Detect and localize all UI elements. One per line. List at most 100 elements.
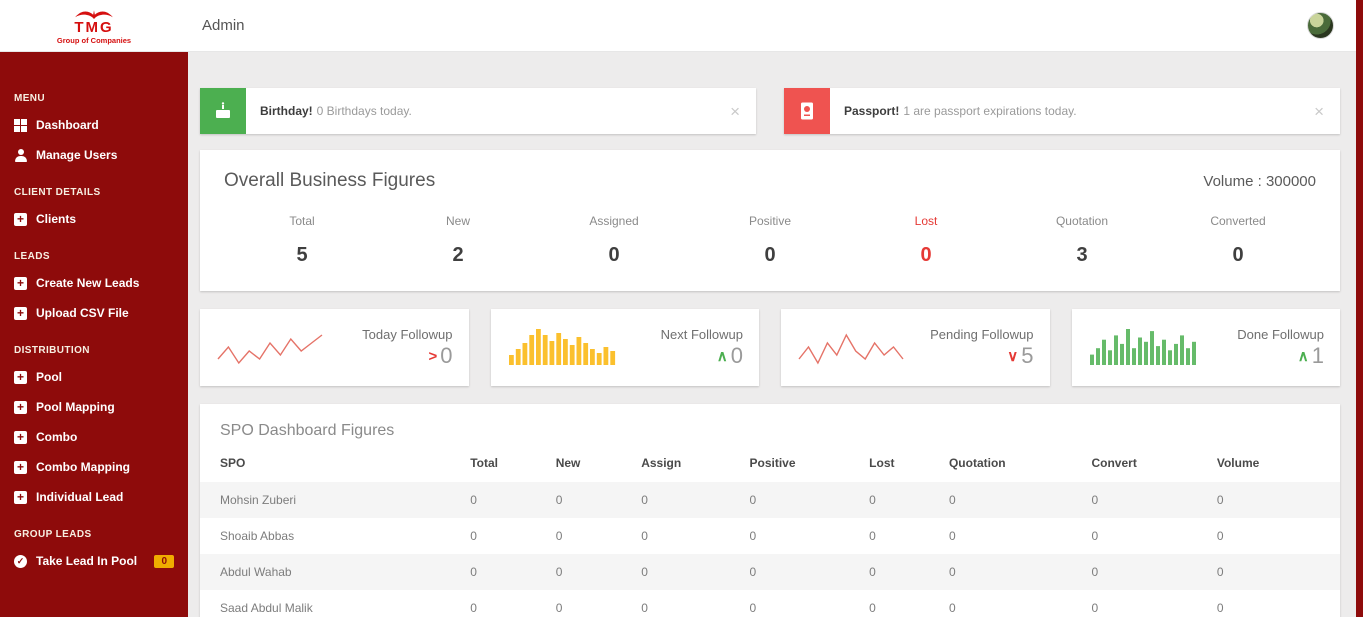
- table-header-row: SPO Total New Assign Positive Lost Quota…: [200, 444, 1340, 482]
- table-cell: 0: [641, 493, 648, 507]
- table-cell: 0: [948, 529, 956, 543]
- column-header: Volume: [1216, 456, 1260, 470]
- table-cell: 0: [641, 529, 648, 543]
- metric-label: Converted: [1210, 214, 1266, 228]
- spo-table-card: SPO Dashboard Figures SPO Total New Assi…: [200, 404, 1340, 617]
- followup-value-row: ∨ 5: [930, 343, 1033, 369]
- followup-label: Pending Followup: [930, 326, 1034, 342]
- table-cell: 0: [1216, 529, 1224, 543]
- grid-icon: [14, 118, 27, 132]
- plus-square-icon: [14, 276, 27, 290]
- logo-tagline: Group of Companies: [56, 35, 132, 45]
- metric-quotation: Quotation 3: [1004, 214, 1160, 267]
- column-header: Quotation: [948, 456, 1006, 470]
- passport-icon: [784, 88, 830, 134]
- sidebar-item-individual-lead[interactable]: Individual Lead: [0, 482, 188, 512]
- sidebar-item-combo-mapping[interactable]: Combo Mapping: [0, 452, 188, 482]
- close-icon[interactable]: ×: [1314, 103, 1324, 120]
- table-cell: 0: [641, 601, 648, 615]
- user-avatar[interactable]: [1307, 12, 1334, 39]
- sidebar-item-label: Individual Lead: [36, 490, 124, 504]
- sidebar-item-label: Combo Mapping: [36, 460, 130, 474]
- user-icon: [14, 148, 27, 162]
- followup-label: Done Followup: [1237, 326, 1324, 342]
- logo-text: TMG: [74, 18, 114, 36]
- sidebar-item-label: Take Lead In Pool: [36, 554, 138, 568]
- followup-value: 0: [730, 342, 743, 368]
- passport-alert: Passport! 1 are passport expirations toda…: [784, 88, 1340, 134]
- sidebar-item-combo[interactable]: Combo: [0, 422, 188, 452]
- next-followup-card: Next Followup ∧ 0: [490, 309, 759, 386]
- alert-text: Birthday! 0 Birthdays today.: [260, 104, 412, 118]
- sidebar-item-label: Manage Users: [36, 148, 118, 162]
- spo-table-title: SPO Dashboard Figures: [220, 422, 395, 439]
- alert-title: Birthday!: [260, 104, 313, 118]
- metric-value: 0: [1232, 244, 1244, 266]
- sidebar-item-label: Upload CSV File: [36, 306, 129, 320]
- table-cell: 0: [1091, 601, 1099, 615]
- sidebar: MENU Dashboard Manage Users CLIENT DETAI…: [0, 52, 188, 617]
- table-cell: 0: [1091, 493, 1099, 507]
- sparkline-line-chart: [797, 325, 909, 371]
- logo-eagle-icon: [75, 10, 113, 19]
- sparkline-line-chart: [216, 325, 328, 371]
- followup-value-row: ∧ 0: [661, 343, 743, 369]
- sidebar-section-leads: LEADS: [14, 251, 50, 262]
- alert-text: Passport! 1 are passport expirations toda…: [844, 104, 1077, 118]
- close-icon[interactable]: ×: [730, 103, 740, 120]
- cell-spo-name: Mohsin Zuberi: [220, 493, 297, 507]
- sidebar-item-label: Pool: [36, 370, 62, 384]
- plus-square-icon: [14, 430, 27, 444]
- business-figures-header: Overall Business Figures Volume : 300000: [224, 170, 1316, 192]
- metric-label: Total: [289, 214, 315, 228]
- plus-square-icon: [14, 212, 27, 226]
- table-cell: 0: [749, 493, 757, 507]
- followup-meta: Next Followup ∧ 0: [661, 327, 743, 369]
- sidebar-item-label: Combo: [36, 430, 78, 444]
- sidebar-item-create-new-leads[interactable]: Create New Leads: [0, 268, 188, 298]
- table-cell: 0: [470, 493, 477, 507]
- sidebar-item-label: Pool Mapping: [36, 400, 115, 414]
- table-cell: 0: [555, 565, 563, 579]
- sidebar-item-pool-mapping[interactable]: Pool Mapping: [0, 392, 188, 422]
- plus-square-icon: [14, 306, 27, 320]
- column-header: Assign: [641, 456, 682, 470]
- birthday-alert: Birthday! 0 Birthdays today. ×: [200, 88, 756, 134]
- followup-value: 0: [440, 342, 453, 368]
- sidebar-item-clients[interactable]: Clients: [0, 204, 188, 234]
- pool-count-badge: 0: [154, 554, 174, 568]
- table-cell: 0: [470, 529, 477, 543]
- sidebar-item-pool[interactable]: Pool: [0, 362, 188, 392]
- followup-value-row: ∧ 1: [1237, 343, 1324, 369]
- metric-value: 2: [452, 244, 464, 266]
- today-followup-card: Today Followup >0: [200, 309, 469, 386]
- table-cell: 0: [1216, 601, 1224, 615]
- metrics-row: Total 5 New 2 Assigned 0 Positive 0 Lost…: [224, 214, 1316, 267]
- chevron-up-icon: ∧: [1297, 347, 1309, 365]
- table-row: Abdul Wahab 0 0 0 0 0 0 0 0: [200, 554, 1340, 590]
- sidebar-item-take-lead-in-pool[interactable]: Take Lead In Pool 0: [0, 546, 188, 576]
- column-header: Lost: [869, 456, 895, 470]
- metric-converted: Converted 0: [1160, 214, 1316, 267]
- chevron-up-icon: ∧: [716, 347, 728, 365]
- metric-value: 3: [1076, 244, 1088, 266]
- sidebar-item-manage-users[interactable]: Manage Users: [0, 140, 188, 170]
- sidebar-item-upload-csv-file[interactable]: Upload CSV File: [0, 298, 188, 328]
- alerts-row: Birthday! 0 Birthdays today. × Passport! 1…: [200, 88, 1340, 134]
- table-cell: 0: [749, 601, 757, 615]
- table-cell: 0: [555, 493, 563, 507]
- logo[interactable]: TMG Group of Companies: [0, 0, 188, 52]
- sidebar-section-client-details: CLIENT DETAILS: [14, 187, 101, 198]
- check-circle-icon: [14, 554, 27, 568]
- followup-cards-row: Today Followup >0 Next Followup ∧ 0 Pendi…: [200, 309, 1340, 386]
- sidebar-item-label: Dashboard: [36, 118, 99, 132]
- top-header: TMG Group of Companies Admin: [0, 0, 1356, 52]
- sidebar-item-dashboard[interactable]: Dashboard: [0, 110, 188, 140]
- alert-message: 1 are passport expirations today.: [903, 104, 1077, 118]
- sidebar-section-group-leads: GROUP LEADS: [14, 529, 92, 540]
- table-cell: 0: [470, 565, 477, 579]
- cell-spo-name: Saad Abdul Malik: [220, 601, 313, 615]
- metric-label: Positive: [748, 214, 792, 228]
- table-cell: 0: [1216, 493, 1224, 507]
- metric-label: New: [445, 214, 470, 228]
